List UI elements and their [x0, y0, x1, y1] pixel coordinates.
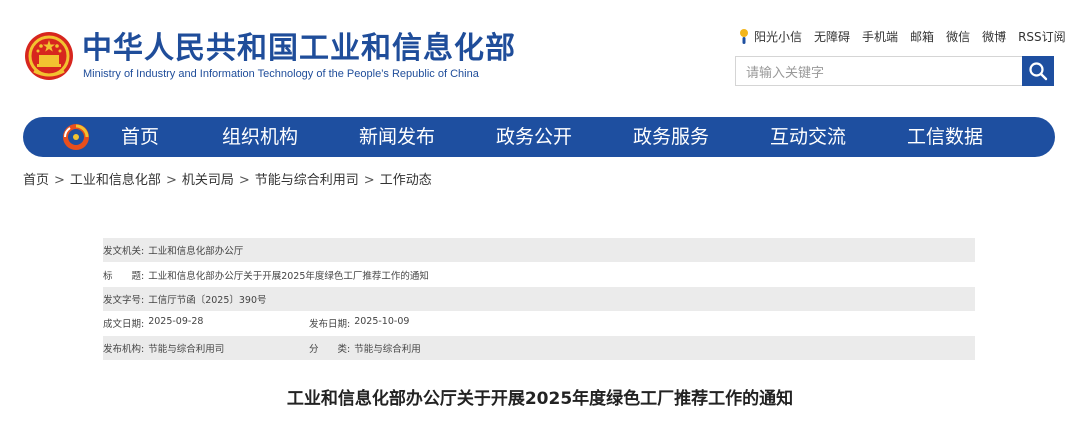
- nav-item-interaction[interactable]: 互动交流: [770, 117, 846, 157]
- toplink-sunshine[interactable]: 阳光小信: [754, 28, 802, 45]
- toplink-mail[interactable]: 邮箱: [910, 28, 934, 45]
- written-date-value: 2025-09-28: [148, 316, 204, 328]
- title-label: 标 题:: [103, 270, 145, 282]
- category-label: 分 类:: [309, 343, 351, 355]
- nav-item-home[interactable]: 首页: [121, 117, 159, 157]
- breadcrumb-ministry[interactable]: 工业和信息化部: [70, 173, 161, 188]
- nav-item-services[interactable]: 政务服务: [633, 117, 709, 157]
- breadcrumb-departments[interactable]: 机关司局: [182, 173, 234, 188]
- miit-logo-icon[interactable]: [61, 122, 91, 152]
- site-title-english: Ministry of Industry and Information Tec…: [83, 68, 479, 80]
- top-links: 阳光小信 无障碍 手机端 邮箱 微信 微博 RSS订阅: [738, 26, 1066, 46]
- info-row-doc-number: 发文字号: 工信厅节函〔2025〕390号: [103, 286, 975, 312]
- written-date-label: 成文日期:: [103, 319, 145, 331]
- title-value: 工业和信息化部办公厅关于开展2025年度绿色工厂推荐工作的通知: [148, 270, 429, 282]
- toplink-wechat[interactable]: 微信: [946, 28, 970, 45]
- toplink-mobile[interactable]: 手机端: [862, 28, 898, 45]
- nav-item-news[interactable]: 新闻发布: [359, 117, 435, 157]
- info-row-issuer: 发文机关: 工业和信息化部办公厅: [103, 238, 975, 263]
- main-nav: 首页 组织机构 新闻发布 政务公开 政务服务 互动交流 工信数据: [23, 117, 1055, 157]
- doc-number-label: 发文字号:: [103, 294, 145, 306]
- breadcrumb-separator: >: [54, 173, 65, 188]
- toplink-weibo[interactable]: 微博: [982, 28, 1006, 45]
- document-info-table: 发文机关: 工业和信息化部办公厅 标 题: 工业和信息化部办公厅关于开展2025…: [103, 238, 975, 360]
- national-emblem-icon: [25, 32, 73, 80]
- nav-item-organization[interactable]: 组织机构: [222, 117, 298, 157]
- sun-icon: [740, 29, 748, 44]
- doc-number-value: 工信厅节函〔2025〕390号: [148, 294, 267, 306]
- category-value: 节能与综合利用: [354, 343, 421, 355]
- breadcrumb-energy-dept[interactable]: 节能与综合利用司: [255, 173, 359, 188]
- agency-label: 发布机构:: [103, 343, 145, 355]
- nav-item-public-affairs[interactable]: 政务公开: [496, 117, 572, 157]
- breadcrumb-work-news[interactable]: 工作动态: [380, 173, 432, 188]
- issuer-label: 发文机关:: [103, 246, 145, 258]
- search-icon: [1029, 62, 1048, 81]
- toplink-rss[interactable]: RSS订阅: [1018, 28, 1066, 45]
- search-input[interactable]: 请输入关键字: [735, 56, 1022, 86]
- info-row-title: 标 题: 工业和信息化部办公厅关于开展2025年度绿色工厂推荐工作的通知: [103, 262, 975, 286]
- nav-item-data[interactable]: 工信数据: [907, 117, 983, 157]
- breadcrumb-home[interactable]: 首页: [23, 173, 49, 188]
- agency-value: 节能与综合利用司: [148, 343, 225, 355]
- search-button[interactable]: [1022, 56, 1054, 86]
- info-row-agency: 发布机构: 节能与综合利用司 分 类: 节能与综合利用: [103, 335, 975, 360]
- breadcrumb-separator: >: [238, 173, 250, 188]
- issuer-value: 工业和信息化部办公厅: [148, 246, 244, 258]
- breadcrumb: 首页 > 工业和信息化部 > 机关司局 > 节能与综合利用司 > 工作动态: [23, 172, 432, 190]
- toplink-accessibility[interactable]: 无障碍: [814, 28, 850, 45]
- breadcrumb-separator: >: [363, 173, 375, 188]
- site-title[interactable]: 中华人民共和国工业和信息化部: [82, 31, 516, 67]
- info-row-dates: 成文日期: 2025-09-28 发布日期: 2025-10-09: [103, 311, 975, 335]
- document-title: 工业和信息化部办公厅关于开展2025年度绿色工厂推荐工作的通知: [286, 389, 794, 409]
- published-date-value: 2025-10-09: [354, 316, 410, 328]
- breadcrumb-separator: >: [165, 173, 177, 188]
- published-date-label: 发布日期:: [309, 319, 351, 331]
